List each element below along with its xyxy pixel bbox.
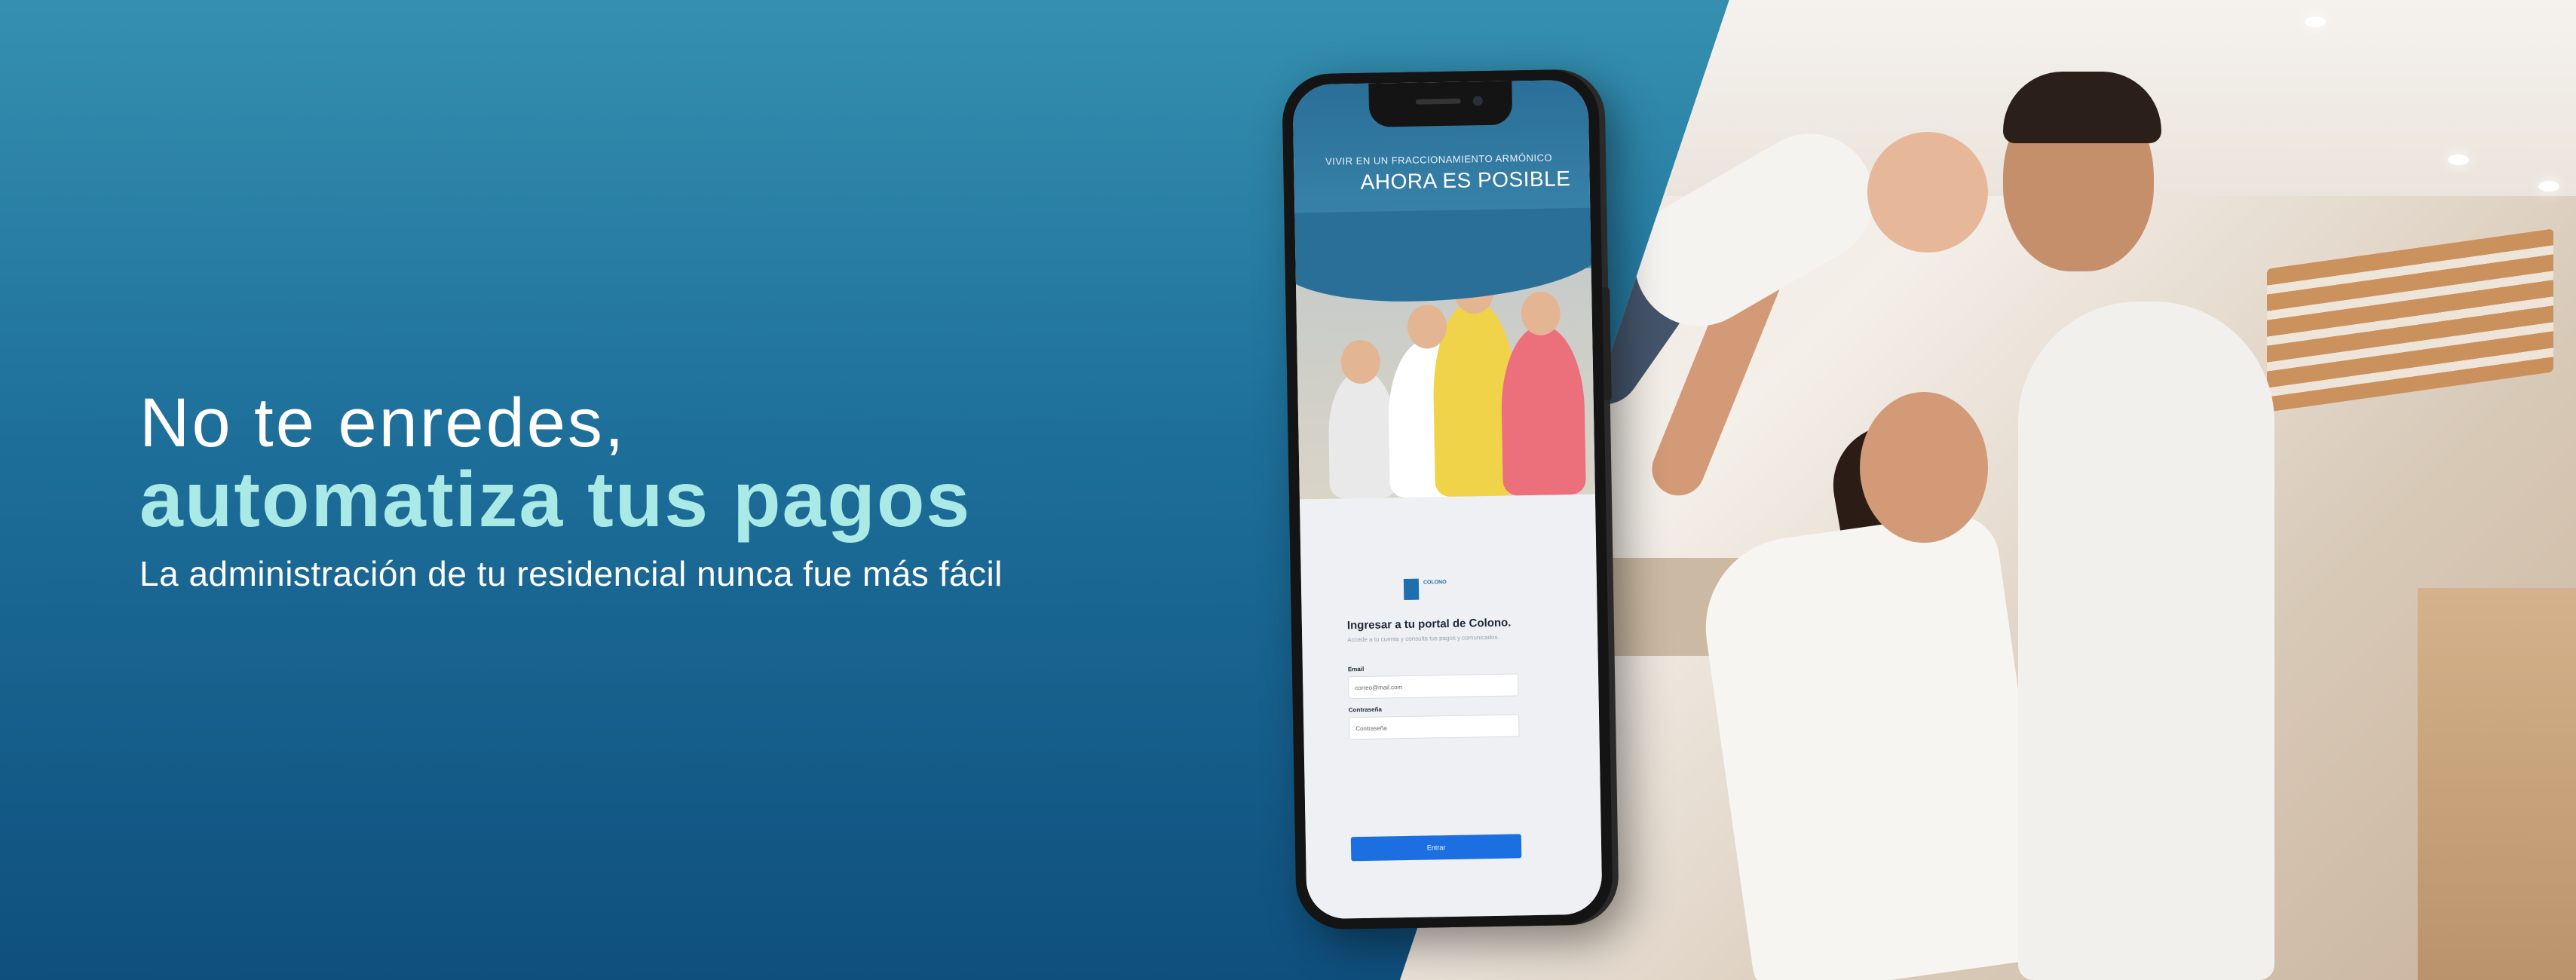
login-title: Ingresar a tu portal de Colono. [1346, 616, 1512, 632]
kitchen-counter [2418, 588, 2576, 980]
colono-logo-text: COLONO [1423, 580, 1447, 586]
ceiling-light [2305, 17, 2326, 27]
password-field[interactable] [1349, 714, 1520, 740]
phone-screen: VIVIR EN UN FRACCIONAMIENTO ARMÓNICO AHO… [1292, 79, 1603, 920]
headline-block: No te enredes, automatiza tus pagos La a… [139, 388, 1003, 594]
email-label: Email [1347, 665, 1365, 673]
child-figure [1327, 369, 1398, 499]
email-field[interactable] [1348, 673, 1519, 700]
daughter-figure [1500, 324, 1586, 496]
login-submit-button[interactable]: Entrar [1350, 834, 1522, 862]
ceiling-light [2448, 155, 2469, 165]
hero-banner: No te enredes, automatiza tus pagos La a… [0, 0, 2576, 980]
headline-line-2: automatiza tus pagos [139, 456, 972, 544]
woman [1694, 509, 2056, 980]
staircase [2267, 228, 2553, 412]
login-form: COLONO Ingresar a tu portal de Colono. A… [1299, 494, 1603, 920]
speaker-icon [1415, 98, 1461, 105]
login-subtitle: Accede a tu cuenta y consulta tus pagos … [1347, 633, 1499, 644]
ceiling-light [2538, 181, 2559, 191]
camera-icon [1472, 96, 1483, 106]
phone-mockup: VIVIR EN UN FRACCIONAMIENTO ARMÓNICO AHO… [1282, 69, 1613, 930]
phone-notch [1368, 81, 1513, 127]
app-tagline-large: AHORA ES POSIBLE [1360, 167, 1571, 194]
app-hero: VIVIR EN UN FRACCIONAMIENTO ARMÓNICO AHO… [1292, 79, 1603, 500]
app-tagline-small: VIVIR EN UN FRACCIONAMIENTO ARMÓNICO [1325, 152, 1553, 167]
password-label: Contraseña [1348, 706, 1382, 714]
phone-side-button [1602, 287, 1612, 401]
man [2018, 302, 2274, 980]
woman-face [1860, 392, 1988, 543]
app-family-photo [1295, 268, 1595, 500]
baby-head [1867, 132, 1988, 253]
subheadline: La administración de tu residencial nunc… [139, 554, 1003, 594]
headline-line-1: No te enredes, [139, 384, 626, 461]
colono-logo-icon [1403, 578, 1420, 601]
